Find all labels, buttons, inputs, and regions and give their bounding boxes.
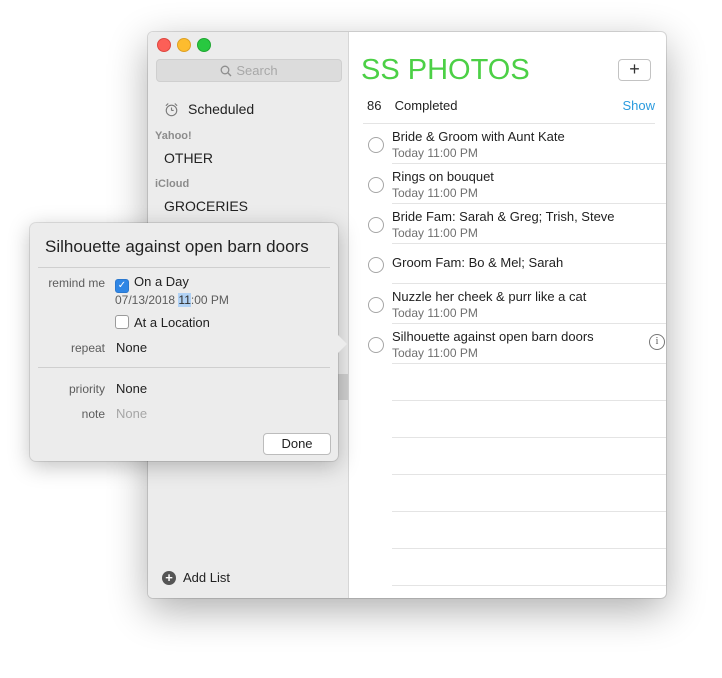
minimize-window-button[interactable]: [177, 38, 191, 52]
task-row[interactable]: Groom Fam: Bo & Mel; Sarah: [368, 244, 666, 284]
priority-label: priority: [68, 382, 105, 396]
popover-title[interactable]: Silhouette against open barn doors: [45, 237, 309, 257]
add-circle-icon: +: [162, 570, 176, 585]
on-a-day-checkbox[interactable]: ✓ On a Day: [115, 274, 189, 293]
search-input[interactable]: Search: [156, 59, 342, 82]
empty-row[interactable]: [392, 512, 666, 549]
info-icon[interactable]: i: [649, 334, 665, 350]
at-location-label: At a Location: [134, 315, 210, 330]
task-title[interactable]: Rings on bouquet: [392, 169, 494, 184]
empty-row[interactable]: [392, 401, 666, 438]
search-icon: [220, 65, 232, 76]
task-title[interactable]: Silhouette against open barn doors: [392, 329, 594, 344]
note-field[interactable]: None: [116, 406, 147, 421]
task-row-selected[interactable]: Silhouette against open barn doors Today…: [368, 324, 666, 364]
selected-list-highlight: [338, 374, 348, 400]
repeat-popup[interactable]: None: [116, 340, 147, 355]
task-title[interactable]: Bride & Groom with Aunt Kate: [392, 129, 565, 144]
task-title[interactable]: Nuzzle her cheek & purr like a cat: [392, 289, 586, 304]
note-label: note: [81, 407, 105, 421]
list-pane: SS PHOTOS + 86 Completed Show Bride & Gr…: [349, 32, 666, 598]
task-title[interactable]: Groom Fam: Bo & Mel; Sarah: [392, 255, 563, 270]
popover-arrow: [338, 335, 347, 353]
reminder-detail-popover: Silhouette against open barn doors remin…: [30, 223, 347, 461]
task-complete-checkbox[interactable]: [368, 177, 384, 193]
task-row[interactable]: Bride & Groom with Aunt Kate Today 11:00…: [368, 124, 666, 164]
task-row[interactable]: Nuzzle her cheek & purr like a cat Today…: [368, 284, 666, 324]
sidebar-item-groceries[interactable]: GROCERIES: [164, 198, 248, 214]
task-list: Bride & Groom with Aunt Kate Today 11:00…: [349, 124, 666, 586]
on-a-day-label: On a Day: [134, 274, 189, 289]
task-row[interactable]: Rings on bouquet Today 11:00 PM: [368, 164, 666, 204]
task-complete-checkbox[interactable]: [368, 337, 384, 353]
completed-row: 86 Completed Show: [367, 98, 655, 113]
empty-row[interactable]: [392, 549, 666, 586]
date-time-suffix: :00 PM: [190, 293, 229, 307]
empty-row[interactable]: [392, 364, 666, 401]
done-button[interactable]: Done: [263, 433, 331, 455]
priority-popup[interactable]: None: [116, 381, 147, 396]
sidebar-item-other[interactable]: OTHER: [164, 150, 213, 166]
task-due: Today 11:00 PM: [392, 226, 478, 240]
add-reminder-button[interactable]: +: [618, 59, 651, 81]
checkmark-icon[interactable]: ✓: [115, 279, 129, 293]
task-complete-checkbox[interactable]: [368, 257, 384, 273]
repeat-label: repeat: [70, 341, 105, 355]
task-title[interactable]: Bride Fam: Sarah & Greg; Trish, Steve: [392, 209, 615, 224]
divider: [38, 267, 330, 268]
completed-label: Completed: [394, 98, 458, 113]
account-heading-yahoo: Yahoo!: [155, 130, 192, 142]
show-completed-link[interactable]: Show: [622, 98, 655, 113]
task-due: Today 11:00 PM: [392, 186, 478, 200]
close-window-button[interactable]: [157, 38, 171, 52]
task-row[interactable]: Bride Fam: Sarah & Greg; Trish, Steve To…: [368, 204, 666, 244]
empty-row[interactable]: [392, 438, 666, 475]
task-due: Today 11:00 PM: [392, 306, 478, 320]
remind-me-label: remind me: [48, 276, 105, 290]
list-title: SS PHOTOS: [361, 54, 530, 86]
task-complete-checkbox[interactable]: [368, 297, 384, 313]
zoom-window-button[interactable]: [197, 38, 211, 52]
task-due: Today 11:00 PM: [392, 146, 478, 160]
account-heading-icloud: iCloud: [155, 178, 190, 190]
completed-count: 86: [367, 98, 382, 113]
add-list-label: Add List: [183, 570, 230, 585]
task-due: Today 11:00 PM: [392, 346, 478, 360]
divider: [38, 367, 330, 368]
search-placeholder: Search: [236, 63, 278, 78]
reminder-date-field[interactable]: 07/13/2018 11:00 PM: [115, 293, 229, 307]
task-complete-checkbox[interactable]: [368, 137, 384, 153]
alarm-clock-icon: [165, 102, 178, 116]
at-location-checkbox[interactable]: At a Location: [115, 315, 210, 330]
add-list-button[interactable]: + Add List: [162, 570, 230, 585]
sidebar-item-label: Scheduled: [188, 101, 255, 117]
empty-row[interactable]: [392, 475, 666, 512]
checkbox-box[interactable]: [115, 315, 129, 329]
date-hour-selected[interactable]: 11: [178, 293, 191, 307]
task-complete-checkbox[interactable]: [368, 217, 384, 233]
date-text: 07/13/2018: [115, 293, 179, 307]
sidebar-item-scheduled[interactable]: Scheduled: [164, 101, 254, 117]
